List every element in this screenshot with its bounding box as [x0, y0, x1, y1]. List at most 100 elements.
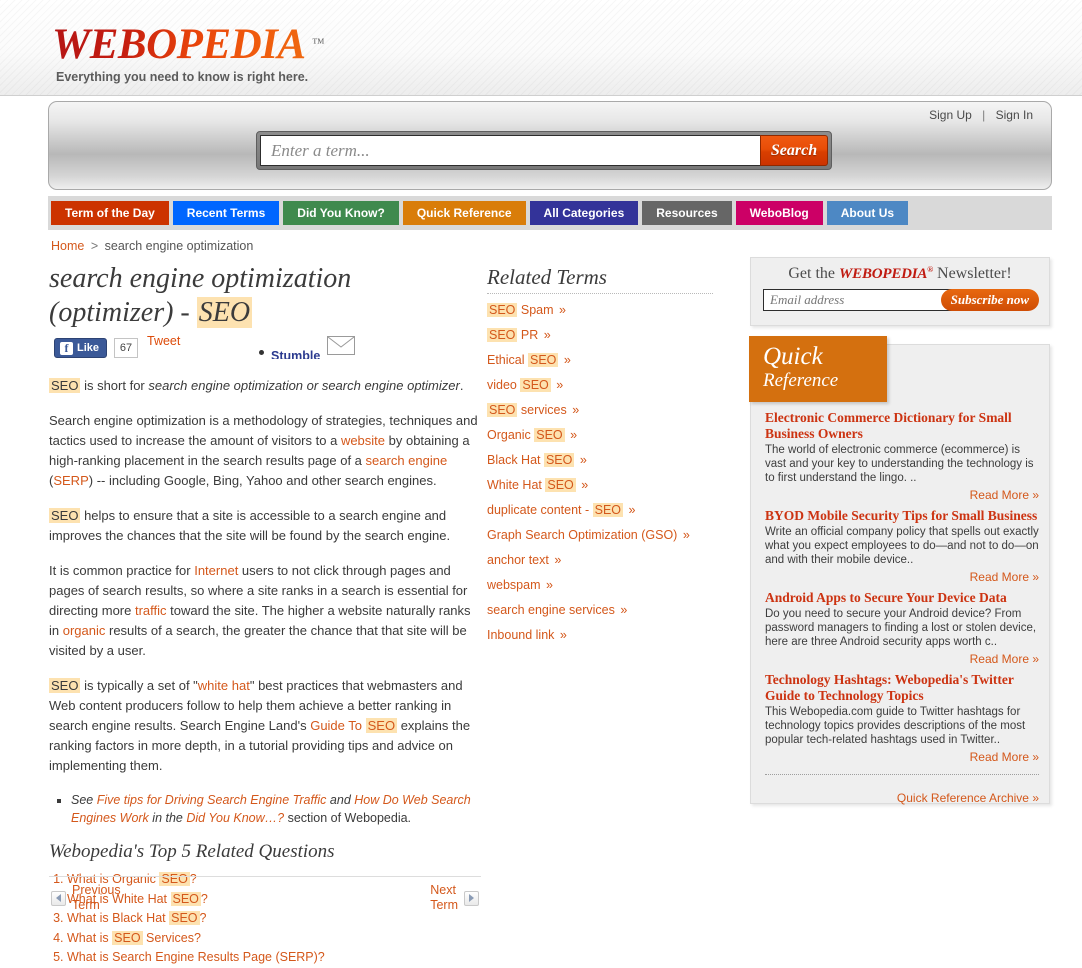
link-white-hat[interactable]: white hat	[198, 678, 250, 693]
quick-reference-title[interactable]: Android Apps to Secure Your Device Data	[765, 590, 1039, 606]
nav-item-term-of-the-day[interactable]: Term of the Day	[51, 201, 169, 225]
read-more-link[interactable]: Read More »	[765, 750, 1039, 764]
guide-text: Guide To	[310, 718, 366, 733]
chevron-right-icon: »	[540, 328, 551, 342]
search-input[interactable]	[260, 135, 760, 166]
related-term-item[interactable]: Inbound link »	[487, 628, 719, 643]
p2-text-d: ) -- including Google, Bing, Yahoo and o…	[88, 473, 437, 488]
envelope-icon[interactable]	[327, 336, 356, 355]
in-the-label: in the	[148, 811, 187, 825]
quick-reference-title[interactable]: Technology Hashtags: Webopedia's Twitter…	[765, 672, 1039, 704]
link-guide-to-seo[interactable]: Guide To SEO	[310, 718, 398, 733]
nav-item-all-categories[interactable]: All Categories	[529, 201, 639, 225]
chevron-right-icon: »	[556, 628, 567, 642]
note-tail: section of Webopedia.	[284, 811, 412, 825]
related-term-item[interactable]: search engine services »	[487, 603, 719, 618]
email-field[interactable]	[763, 289, 952, 311]
nav-item-recent-terms[interactable]: Recent Terms	[172, 201, 280, 225]
p3-text: helps to ensure that a site is accessibl…	[49, 508, 451, 543]
term-title-line1: search engine optimization	[49, 263, 352, 294]
link-five-tips[interactable]: Five tips for Driving Search Engine Traf…	[97, 793, 327, 807]
related-term-item[interactable]: Black Hat SEO »	[487, 453, 719, 468]
nav-item-about-us[interactable]: About Us	[826, 201, 909, 225]
nav-item-quick-reference[interactable]: Quick Reference	[402, 201, 526, 225]
chevron-left-icon[interactable]	[51, 890, 66, 906]
nav-item-resources[interactable]: Resources	[642, 201, 732, 225]
facebook-like-button[interactable]: f Like	[54, 338, 108, 358]
related-term-item[interactable]: SEO PR »	[487, 328, 719, 343]
bullet-icon	[259, 350, 264, 355]
sign-in-link[interactable]: Sign In	[996, 108, 1033, 122]
related-term-item[interactable]: anchor text »	[487, 553, 719, 568]
next-term-button[interactable]: Next Term	[430, 883, 479, 913]
chevron-right-icon: »	[550, 553, 562, 567]
divider	[765, 774, 1039, 775]
related-term-item[interactable]: SEO services »	[487, 403, 719, 418]
facebook-icon: f	[60, 341, 73, 355]
site-logo[interactable]: WEBOPEDIA ™ Everything you need to know …	[52, 22, 325, 84]
see-also-list: See Five tips for Driving Search Engine …	[49, 791, 481, 827]
lead-highlight: SEO	[49, 378, 81, 393]
link-internet[interactable]: Internet	[194, 563, 238, 578]
related-term-item[interactable]: Graph Search Optimization (GSO) »	[487, 528, 719, 543]
search-box: Search	[256, 131, 832, 170]
divider	[487, 293, 713, 294]
question-text: What is SEO Services?	[67, 930, 201, 945]
newsletter-panel: Get the WEBOPEDIA® Newsletter! Subscribe…	[750, 257, 1050, 326]
related-term-item[interactable]: webspam »	[487, 578, 719, 593]
link-did-you-know[interactable]: Did You Know…?	[186, 811, 284, 825]
related-term-highlight: SEO	[534, 428, 565, 442]
related-terms-panel: Related Terms SEO Spam » SEO PR » Ethical …	[487, 265, 719, 653]
related-term-item[interactable]: White Hat SEO »	[487, 478, 719, 493]
read-more-link[interactable]: Read More »	[765, 570, 1039, 584]
related-term-item[interactable]: video SEO »	[487, 378, 719, 393]
link-traffic[interactable]: traffic	[135, 603, 167, 618]
chevron-right-icon: »	[616, 603, 628, 617]
lead-text-a: is short for	[80, 378, 149, 393]
term-header: search engine optimization (optimizer) -…	[49, 262, 469, 330]
newsletter-title: Get the WEBOPEDIA® Newsletter!	[751, 265, 1049, 283]
top-question-item[interactable]: What is SEO Services?	[67, 929, 481, 949]
p4-text-d: results of a search, the greater the cha…	[49, 623, 467, 658]
previous-term-button[interactable]: Previous Term	[51, 883, 121, 913]
quick-reference-description: This Webopedia.com guide to Twitter hash…	[765, 706, 1026, 746]
related-term-item[interactable]: Organic SEO »	[487, 428, 719, 443]
quick-reference-description: Write an official company policy that sp…	[765, 526, 1039, 566]
quick-reference-title[interactable]: BYOD Mobile Security Tips for Small Busi…	[765, 508, 1039, 524]
link-website[interactable]: website	[341, 433, 385, 448]
tweet-button[interactable]: Tweet	[147, 334, 180, 348]
stumbleupon-share[interactable]: Stumble	[259, 336, 356, 359]
related-term-highlight: SEO	[520, 378, 551, 392]
quick-reference-title[interactable]: Electronic Commerce Dictionary for Small…	[765, 410, 1039, 442]
quick-reference-tab-line2: Reference	[763, 370, 839, 391]
breadcrumb-home[interactable]: Home	[51, 239, 84, 253]
previous-term-label: Previous Term	[72, 883, 121, 913]
nav-item-did-you-know[interactable]: Did You Know?	[283, 201, 399, 225]
sign-up-link[interactable]: Sign Up	[929, 108, 972, 122]
quick-reference-list: Electronic Commerce Dictionary for Small…	[765, 410, 1039, 805]
trademark-icon: ™	[311, 35, 325, 50]
link-organic[interactable]: organic	[63, 623, 106, 638]
related-term-item[interactable]: SEO Spam »	[487, 303, 719, 318]
top-question-item[interactable]: What is Search Engine Results Page (SERP…	[67, 948, 481, 968]
next-line1: Next	[430, 883, 456, 897]
link-serp[interactable]: SERP	[53, 473, 88, 488]
definition-paragraph-2: Search engine optimization is a methodol…	[49, 411, 481, 491]
quick-reference-item: Technology Hashtags: Webopedia's Twitter…	[765, 672, 1039, 764]
site-header: WEBOPEDIA ™ Everything you need to know …	[0, 0, 1082, 96]
subscribe-button[interactable]: Subscribe now	[940, 289, 1039, 311]
logo-wordmark: WEBOPEDIA ™	[52, 22, 325, 68]
nav-item-weboblog[interactable]: WeboBlog	[735, 201, 823, 225]
related-term-item[interactable]: Ethical SEO »	[487, 353, 719, 368]
related-term-item[interactable]: duplicate content - SEO »	[487, 503, 719, 518]
definition-paragraph-4: It is common practice for Internet users…	[49, 561, 481, 661]
account-separator: |	[982, 108, 986, 122]
newsletter-brand: WEBOPEDIA®	[839, 265, 933, 282]
quick-reference-archive-link[interactable]: Quick Reference Archive »	[765, 791, 1039, 805]
read-more-link[interactable]: Read More »	[765, 652, 1039, 666]
search-button[interactable]: Search	[760, 135, 828, 166]
related-term-highlight: SEO	[543, 453, 575, 467]
read-more-link[interactable]: Read More »	[765, 488, 1039, 502]
chevron-right-icon[interactable]	[464, 890, 479, 906]
link-search-engine[interactable]: search engine	[366, 453, 448, 468]
